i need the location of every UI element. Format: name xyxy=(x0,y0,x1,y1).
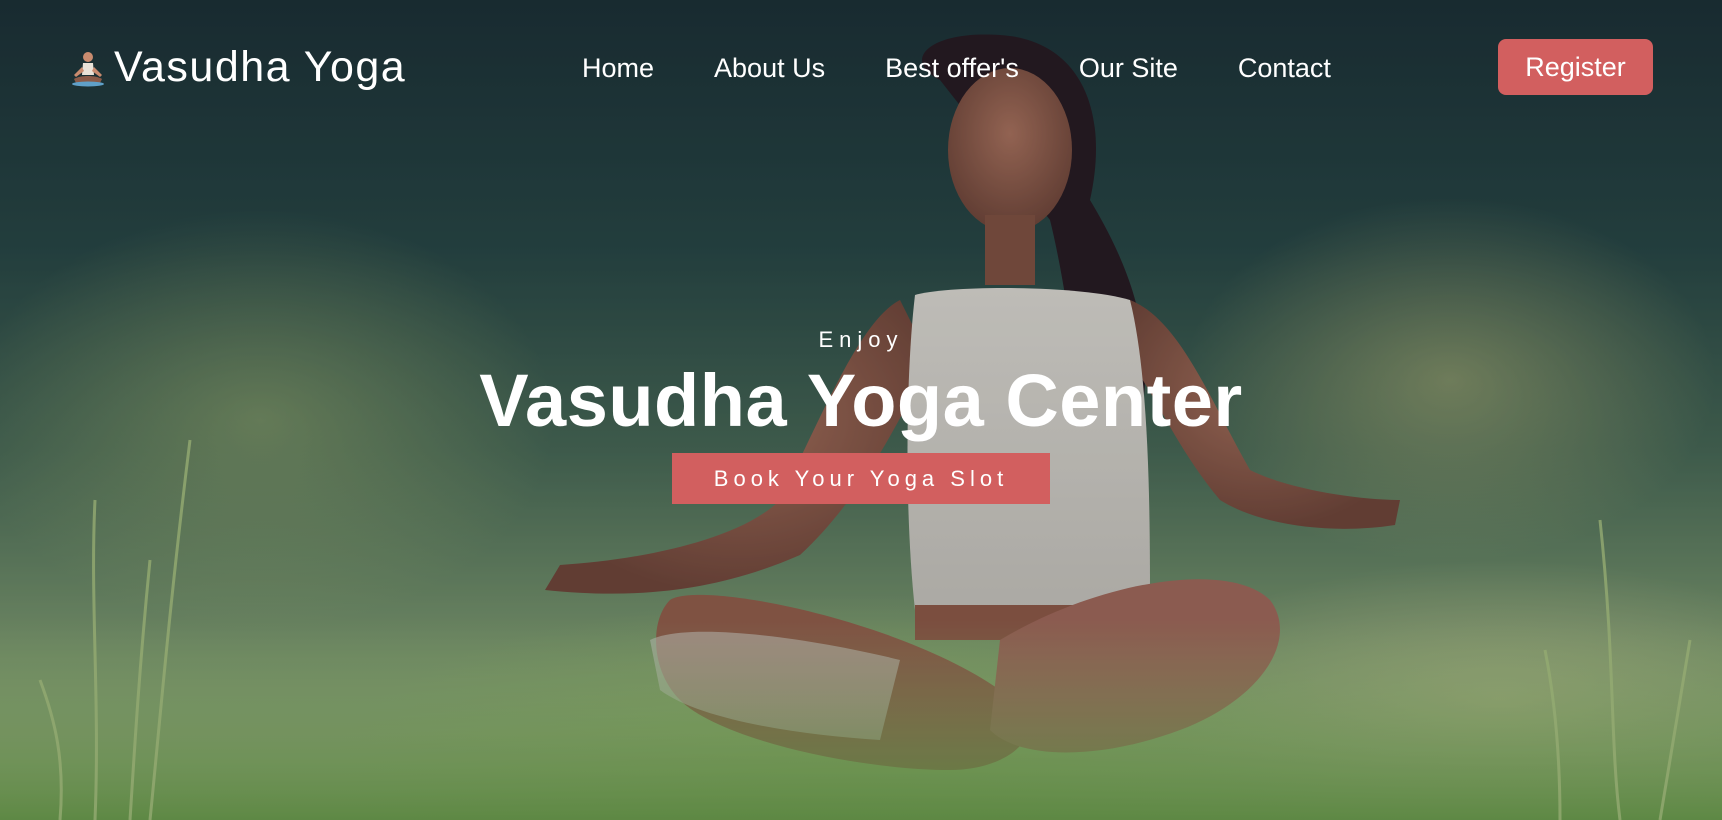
nav-link-our-site[interactable]: Our Site xyxy=(1079,50,1178,86)
top-navbar: Vasudha Yoga Home About Us Best offer's … xyxy=(0,0,1722,135)
hero-title: Vasudha Yoga Center xyxy=(479,359,1243,442)
book-yoga-slot-button[interactable]: Book Your Yoga Slot xyxy=(672,453,1050,504)
nav-link-contact[interactable]: Contact xyxy=(1238,50,1331,86)
register-button[interactable]: Register xyxy=(1498,39,1653,95)
hero-content: Enjoy Vasudha Yoga Center Book Your Yoga… xyxy=(0,325,1722,504)
brand-logo-link[interactable]: Vasudha Yoga xyxy=(66,42,406,92)
hero-eyebrow: Enjoy xyxy=(818,327,904,352)
nav-link-about-us[interactable]: About Us xyxy=(714,50,825,86)
main-nav: Home About Us Best offer's Our Site Cont… xyxy=(582,50,1391,86)
nav-link-home[interactable]: Home xyxy=(582,50,654,86)
brand-name: Vasudha Yoga xyxy=(114,42,407,91)
hero-section: Vasudha Yoga Home About Us Best offer's … xyxy=(0,0,1722,820)
nav-link-best-offers[interactable]: Best offer's xyxy=(885,50,1019,86)
meditating-person-icon xyxy=(72,52,104,87)
